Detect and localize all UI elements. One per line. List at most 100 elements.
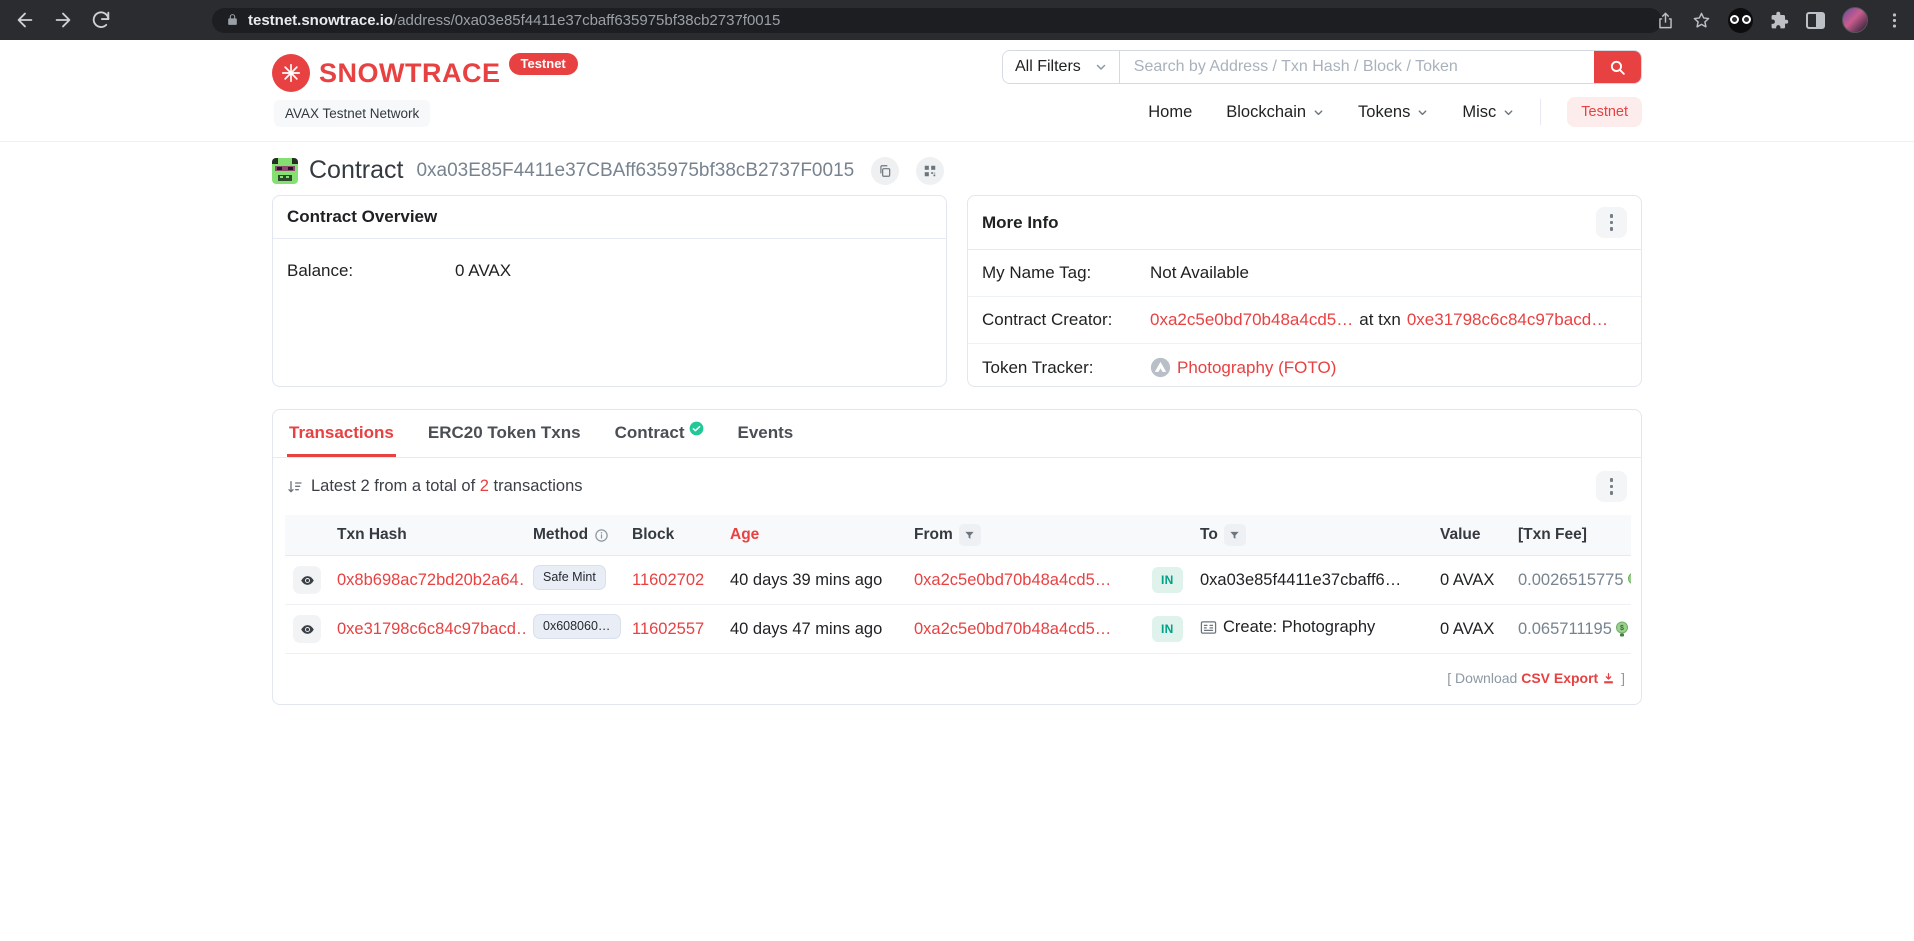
search-input[interactable]	[1120, 51, 1594, 83]
copy-address-button[interactable]	[871, 157, 899, 185]
nav-home[interactable]: Home	[1148, 103, 1192, 122]
table-options-button[interactable]	[1596, 471, 1627, 502]
chevron-down-icon	[1417, 107, 1428, 118]
to-filter-button[interactable]	[1224, 524, 1246, 546]
tab-erc20-token-txns[interactable]: ERC20 Token Txns	[426, 410, 583, 457]
nav-divider	[1540, 99, 1541, 125]
verified-check-icon	[689, 421, 704, 436]
tab-transactions[interactable]: Transactions	[287, 410, 396, 457]
value-cell: 0 AVAX	[1432, 556, 1510, 605]
reload-icon[interactable]	[90, 9, 112, 31]
column-txn-fee: [Txn Fee]	[1510, 515, 1631, 556]
block-link[interactable]: 11602557	[632, 620, 704, 638]
column-txn-hash: Txn Hash	[329, 515, 525, 556]
browser-menu-icon[interactable]	[1885, 11, 1904, 30]
nav-tokens[interactable]: Tokens	[1358, 103, 1428, 122]
contract-creator-label: Contract Creator:	[982, 310, 1150, 330]
csv-export-row: [ Download CSV Export ]	[273, 654, 1641, 704]
from-filter-button[interactable]	[959, 524, 981, 546]
search-filter-label: All Filters	[1015, 58, 1081, 76]
txn-hash-link[interactable]: 0x8b698ac72bd20b2a64…	[337, 571, 525, 589]
search-filter-select[interactable]: All Filters	[1003, 51, 1120, 83]
filter-icon	[964, 530, 975, 541]
creation-txn-link[interactable]: 0xe31798c6c84c97bacd…	[1407, 310, 1608, 330]
direction-badge: IN	[1152, 616, 1183, 642]
name-tag-value: Not Available	[1150, 263, 1249, 283]
copy-icon	[878, 164, 892, 178]
overview-card-title: Contract Overview	[287, 207, 437, 227]
chevron-down-icon	[1313, 107, 1324, 118]
method-badge[interactable]: 0x60806040	[533, 614, 621, 639]
more-info-menu-button[interactable]	[1596, 207, 1627, 238]
from-address-link[interactable]: 0xa2c5e0bd70b48a4cd5…	[914, 620, 1111, 638]
txn-hash-link[interactable]: 0xe31798c6c84c97bacd…	[337, 620, 525, 638]
table-row: 0x8b698ac72bd20b2a64… Safe Mint 11602702…	[285, 556, 1631, 605]
extensions-puzzle-icon[interactable]	[1770, 11, 1789, 30]
tab-contract[interactable]: Contract	[613, 410, 706, 457]
gas-lightbulb-icon: $	[1627, 572, 1631, 589]
from-address-link[interactable]: 0xa2c5e0bd70b48a4cd5…	[914, 571, 1111, 589]
balance-value: 0 AVAX	[455, 261, 511, 281]
network-label: AVAX Testnet Network	[274, 100, 430, 127]
info-icon[interactable]	[594, 528, 609, 543]
tab-events[interactable]: Events	[736, 410, 796, 457]
sidebar-icon[interactable]	[1806, 12, 1825, 29]
column-eye	[285, 515, 329, 556]
owl-extension-icon[interactable]	[1728, 8, 1753, 33]
nav-testnet-button[interactable]: Testnet	[1567, 97, 1642, 127]
search-icon	[1609, 59, 1626, 76]
method-badge[interactable]: Safe Mint	[533, 565, 606, 590]
more-info-card: More Info My Name Tag: Not Available Con…	[967, 195, 1642, 387]
download-icon	[1602, 672, 1615, 685]
sort-icon	[287, 479, 303, 495]
search-bar: All Filters	[1002, 50, 1642, 84]
eye-icon	[300, 622, 315, 637]
direction-badge: IN	[1152, 567, 1183, 593]
eye-icon	[300, 573, 315, 588]
transactions-summary: Latest 2 from a total of 2 transactions	[287, 477, 583, 496]
search-button[interactable]	[1594, 51, 1641, 83]
column-age[interactable]: Age	[722, 515, 906, 556]
transactions-count: 2	[480, 477, 489, 495]
filter-icon	[1229, 530, 1240, 541]
lock-icon	[226, 13, 239, 28]
share-icon[interactable]	[1656, 11, 1675, 30]
forward-icon[interactable]	[52, 9, 74, 31]
url-text: testnet.snowtrace.io/address/0xa03e85f44…	[248, 12, 780, 29]
site-header: SNOWTRACE Testnet AVAX Testnet Network A…	[0, 40, 1914, 142]
column-to: To	[1192, 515, 1432, 556]
token-tracker-link[interactable]: Photography (FOTO)	[1177, 358, 1336, 378]
snowtrace-logo-icon[interactable]	[272, 54, 310, 92]
address-bar[interactable]: testnet.snowtrace.io/address/0xa03e85f44…	[212, 8, 1662, 33]
qr-code-icon	[923, 164, 937, 178]
creator-address-link[interactable]: 0xa2c5e0bd70b48a4cd5…	[1150, 310, 1353, 330]
table-row: 0xe31798c6c84c97bacd… 0x60806040 1160255…	[285, 605, 1631, 654]
back-icon[interactable]	[14, 9, 36, 31]
block-link[interactable]: 11602702	[632, 571, 704, 589]
to-address: 0xa03e85f4411e37cbaff6…	[1192, 556, 1432, 605]
brand-testnet-badge: Testnet	[509, 53, 578, 75]
page-title: Contract	[309, 156, 403, 185]
brand-name[interactable]: SNOWTRACE	[319, 58, 501, 89]
csv-export-link[interactable]: CSV Export	[1521, 670, 1598, 686]
column-from: From	[906, 515, 1144, 556]
column-value: Value	[1432, 515, 1510, 556]
contract-address: 0xa03E85F4411e37CBAff635975bf38cB2737F00…	[416, 160, 854, 182]
svg-text:$: $	[1620, 625, 1624, 632]
bookmark-star-icon[interactable]	[1692, 11, 1711, 30]
contract-identicon	[272, 158, 298, 184]
preview-txn-button[interactable]	[293, 566, 321, 594]
column-direction	[1144, 515, 1192, 556]
nav-misc[interactable]: Misc	[1462, 103, 1514, 122]
column-method: Method	[525, 515, 624, 556]
age-value: 40 days 47 mins ago	[722, 605, 906, 654]
qr-code-button[interactable]	[916, 157, 944, 185]
column-block: Block	[624, 515, 722, 556]
profile-avatar[interactable]	[1842, 7, 1868, 33]
nav-blockchain[interactable]: Blockchain	[1226, 103, 1324, 122]
preview-txn-button[interactable]	[293, 615, 321, 643]
at-txn-text: at txn	[1359, 310, 1401, 330]
more-info-card-title: More Info	[982, 213, 1059, 233]
txn-fee-cell: 0.0026515775$	[1510, 556, 1631, 605]
token-logo-icon	[1150, 357, 1171, 378]
